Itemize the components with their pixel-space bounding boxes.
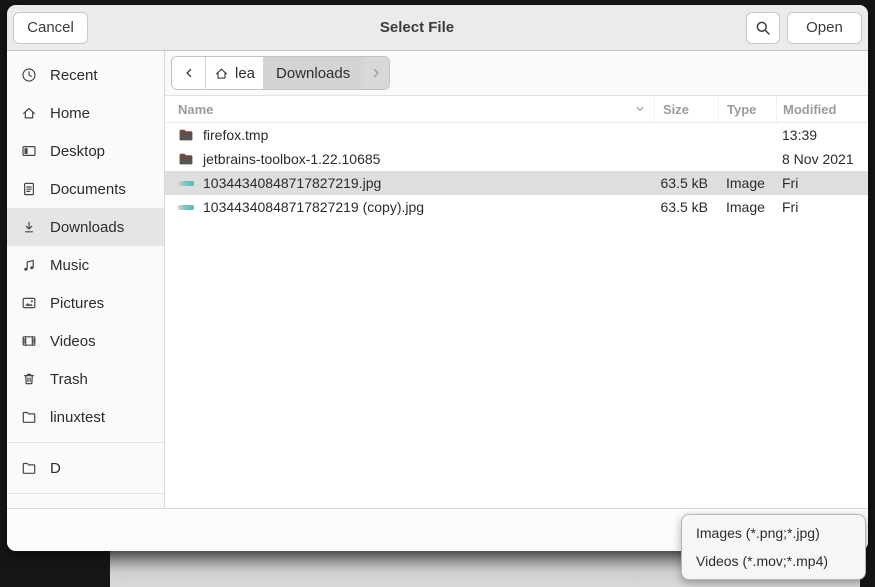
chevron-left-icon	[182, 66, 196, 80]
file-name: 10344340848717827219 (copy).jpg	[203, 199, 424, 215]
sidebar-item-other-locations[interactable]: Other Locations	[7, 500, 164, 508]
file-chooser-dialog: Cancel Select File Open Recent	[7, 5, 868, 551]
path-segment-label: lea	[235, 65, 255, 82]
file-type: Image	[718, 175, 776, 191]
sidebar-item-music[interactable]: Music	[7, 246, 164, 284]
path-forward-button[interactable]	[362, 57, 389, 89]
filter-option-images[interactable]: Images (*.png;*.jpg)	[682, 519, 865, 547]
path-segment-home[interactable]: lea	[205, 57, 263, 89]
folder-icon	[178, 151, 194, 167]
column-header-modified[interactable]: Modified	[776, 96, 868, 122]
sidebar-item-label: Documents	[50, 181, 126, 198]
main-pane: lea Downloads Name	[165, 51, 868, 508]
dialog-body: Recent Home Desktop Documents	[7, 51, 868, 508]
sidebar-item-recent[interactable]: Recent	[7, 56, 164, 94]
film-icon	[21, 333, 37, 349]
desktop-icon	[21, 143, 37, 159]
sidebar-item-documents[interactable]: Documents	[7, 170, 164, 208]
file-size: 63.5 kB	[654, 199, 718, 215]
file-row[interactable]: jetbrains-toolbox-1.22.10685 8 Nov 2021	[165, 147, 868, 171]
document-icon	[21, 181, 37, 197]
file-modified: 13:39	[776, 127, 868, 143]
clock-icon	[21, 67, 37, 83]
file-name: firefox.tmp	[203, 127, 268, 143]
file-name: 10344340848717827219.jpg	[203, 175, 381, 191]
sidebar-item-desktop[interactable]: Desktop	[7, 132, 164, 170]
header-bar: Cancel Select File Open	[7, 5, 868, 51]
path-bar: lea Downloads	[165, 51, 868, 95]
sidebar-item-videos[interactable]: Videos	[7, 322, 164, 360]
sidebar-item-label: Trash	[50, 371, 88, 388]
file-size: 63.5 kB	[654, 175, 718, 191]
home-icon	[21, 105, 37, 121]
sidebar-item-label: linuxtest	[50, 409, 105, 426]
trash-icon	[21, 371, 37, 387]
sidebar-item-home[interactable]: Home	[7, 94, 164, 132]
file-row-selected[interactable]: 10344340848717827219.jpg 63.5 kB Image F…	[165, 171, 868, 195]
file-modified: 8 Nov 2021	[776, 151, 868, 167]
column-header-row: Name Size Type Modified	[165, 96, 868, 123]
sidebar-item-label: Downloads	[50, 219, 124, 236]
path-back-button[interactable]	[172, 57, 205, 89]
dialog-title: Select File	[95, 19, 739, 36]
home-icon	[214, 66, 229, 81]
path-segment-downloads[interactable]: Downloads	[263, 57, 362, 89]
file-modified: Fri	[776, 199, 868, 215]
sidebar-item-pictures[interactable]: Pictures	[7, 284, 164, 322]
file-name: jetbrains-toolbox-1.22.10685	[203, 151, 380, 167]
sidebar-item-label: Videos	[50, 333, 96, 350]
sidebar-item-label: Music	[50, 257, 89, 274]
sidebar-item-downloads[interactable]: Downloads	[7, 208, 164, 246]
folder-icon	[21, 409, 37, 425]
file-type: Image	[718, 199, 776, 215]
sidebar-item-trash[interactable]: Trash	[7, 360, 164, 398]
image-thumbnail-icon	[178, 175, 194, 191]
download-icon	[21, 219, 37, 235]
sidebar-item-linuxtest[interactable]: linuxtest	[7, 398, 164, 436]
column-header-name[interactable]: Name	[165, 96, 654, 122]
music-note-icon	[21, 257, 37, 273]
file-row[interactable]: 10344340848717827219 (copy).jpg 63.5 kB …	[165, 195, 868, 219]
search-button[interactable]	[746, 12, 780, 44]
filter-option-videos[interactable]: Videos (*.mov;*.mp4)	[682, 547, 865, 575]
sidebar-item-label: Recent	[50, 67, 98, 84]
cancel-button[interactable]: Cancel	[13, 12, 88, 44]
file-modified: Fri	[776, 175, 868, 191]
folder-icon	[21, 460, 37, 476]
file-filter-popup: Images (*.png;*.jpg) Videos (*.mov;*.mp4…	[681, 514, 866, 580]
sidebar-item-label: D	[50, 460, 61, 477]
folder-icon	[178, 127, 194, 143]
places-sidebar: Recent Home Desktop Documents	[7, 51, 165, 508]
sidebar-separator	[7, 493, 164, 494]
sidebar-item-label: Home	[50, 105, 90, 122]
image-thumbnail-icon	[178, 199, 194, 215]
sidebar-item-d[interactable]: D	[7, 449, 164, 487]
search-icon	[755, 20, 771, 36]
chevron-right-icon	[369, 66, 383, 80]
sidebar-separator	[7, 442, 164, 443]
sidebar-item-label: Desktop	[50, 143, 105, 160]
path-segments: lea Downloads	[171, 56, 390, 90]
open-button[interactable]: Open	[787, 12, 862, 44]
sidebar-item-label: Pictures	[50, 295, 104, 312]
column-header-type[interactable]: Type	[718, 96, 776, 122]
picture-icon	[21, 295, 37, 311]
file-list: Name Size Type Modified fi	[165, 95, 868, 508]
file-row[interactable]: firefox.tmp 13:39	[165, 123, 868, 147]
column-header-size[interactable]: Size	[654, 96, 718, 122]
chevron-down-icon	[634, 103, 646, 115]
